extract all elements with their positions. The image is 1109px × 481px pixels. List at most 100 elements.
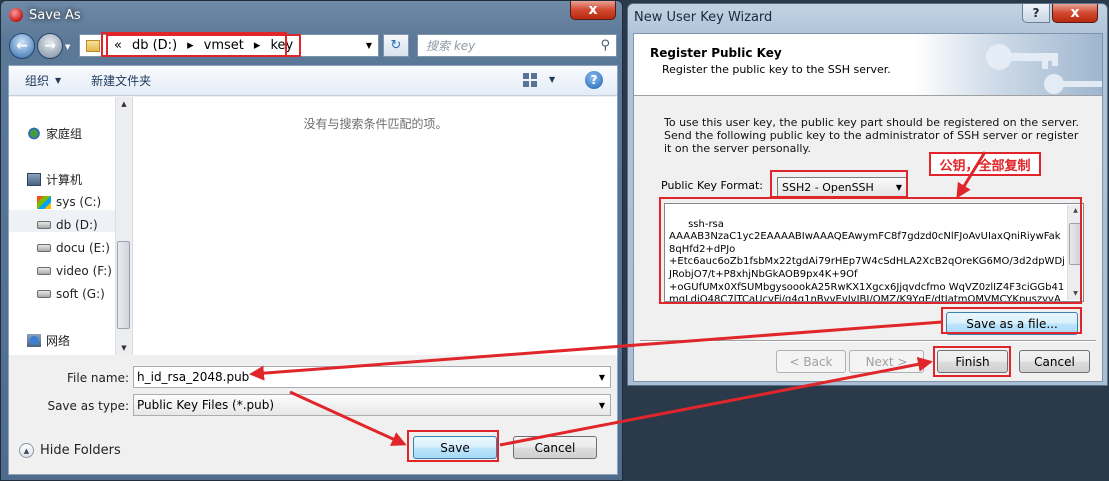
drive-icon <box>37 290 51 298</box>
navigation-pane: 家庭组 计算机 sys (C:) db (D:) docu (E:) video… <box>9 97 131 355</box>
public-key-format-label: Public Key Format: <box>661 179 763 192</box>
forward-arrow-icon[interactable]: → <box>37 33 63 59</box>
public-key-text: ssh-rsa AAAAB3NzaC1yc2EAAAABIwAAAQEAwymF… <box>669 218 1065 302</box>
view-dropdown-icon[interactable]: ▼ <box>549 75 555 84</box>
refresh-icon[interactable]: ↻ <box>383 34 409 57</box>
hide-folders-button[interactable]: ▲ Hide Folders <box>19 443 121 458</box>
address-dropdown-icon[interactable]: ▼ <box>366 41 372 50</box>
search-icon[interactable]: ⚲ <box>600 38 610 53</box>
wizard-cancel-button[interactable]: Cancel <box>1019 350 1090 373</box>
breadcrumb-item-drive[interactable]: db (D:) <box>132 38 177 53</box>
chevron-down-icon: ▼ <box>895 183 902 192</box>
nav-scrollbar[interactable]: ▲ ▼ <box>115 97 131 355</box>
computer-icon <box>27 173 41 186</box>
wizard-header: Register Public Key Register the public … <box>634 34 1102 96</box>
next-button[interactable]: Next > <box>849 350 924 373</box>
save-as-type-value: Public Key Files (*.pub) <box>137 398 275 412</box>
folder-icon <box>86 39 100 52</box>
organize-menu[interactable]: 组织 ▼ <box>25 72 61 89</box>
chevron-down-icon[interactable]: ▼ <box>599 373 605 382</box>
chevron-up-icon: ▲ <box>19 443 34 458</box>
nav-item-drive-f[interactable]: video (F:) <box>37 264 112 278</box>
file-list-pane[interactable]: 没有与搜索条件匹配的项。 <box>132 97 617 355</box>
save-button[interactable]: Save <box>413 436 497 459</box>
nav-label: docu (E:) <box>56 241 110 255</box>
search-placeholder: 搜索 key <box>426 39 476 53</box>
nav-item-drive-e[interactable]: docu (E:) <box>37 241 110 255</box>
nav-item-computer[interactable]: 计算机 <box>27 171 82 188</box>
nav-label: 家庭组 <box>46 127 83 141</box>
nav-item-drive-g[interactable]: soft (G:) <box>37 287 105 301</box>
drive-icon <box>37 244 51 252</box>
file-name-value: h_id_rsa_2048.pub <box>137 370 250 384</box>
drive-icon <box>37 267 51 275</box>
breadcrumb-overflow[interactable]: « <box>114 38 122 53</box>
file-name-field[interactable]: h_id_rsa_2048.pub ▼ <box>133 366 611 388</box>
network-icon <box>27 334 41 347</box>
help-icon[interactable]: ? <box>585 71 603 89</box>
nav-label: video (F:) <box>56 264 112 278</box>
scroll-up-icon[interactable]: ▲ <box>1068 205 1083 217</box>
wizard-separator <box>640 340 1096 342</box>
nav-item-homegroup[interactable]: 家庭组 <box>27 125 82 142</box>
key-scrollbar[interactable]: ▲ ▼ <box>1067 205 1082 300</box>
save-as-type-select[interactable]: Public Key Files (*.pub) ▼ <box>133 394 611 416</box>
nav-item-network[interactable]: 网络 <box>27 332 70 349</box>
save-as-titlebar: Save As <box>9 5 81 25</box>
wizard-title: New User Key Wizard <box>634 10 773 25</box>
annotation-callout: 公钥，全部复制 <box>929 152 1041 176</box>
nav-label: soft (G:) <box>56 287 105 301</box>
breadcrumb: « db (D:) ▸ vmset ▸ key <box>106 34 302 57</box>
scroll-down-icon[interactable]: ▼ <box>116 341 132 355</box>
save-as-title: Save As <box>29 7 81 23</box>
back-arrow-icon[interactable]: ← <box>9 33 35 59</box>
wizard-header-title: Register Public Key <box>650 46 782 60</box>
save-as-file-button[interactable]: Save as a file... <box>946 312 1078 335</box>
file-name-label: File name: <box>67 371 129 385</box>
search-input[interactable]: 搜索 key ⚲ <box>417 34 617 57</box>
drive-icon <box>37 221 51 229</box>
save-as-type-label: Save as type: <box>47 399 129 413</box>
nav-item-drive-c[interactable]: sys (C:) <box>37 195 101 209</box>
public-key-textarea[interactable]: ssh-rsa AAAAB3NzaC1yc2EAAAABIwAAAQEAwymF… <box>664 203 1084 302</box>
nav-label: 计算机 <box>46 173 83 187</box>
scroll-thumb[interactable] <box>117 241 130 329</box>
scroll-down-icon[interactable]: ▼ <box>1068 288 1083 300</box>
scroll-up-icon[interactable]: ▲ <box>116 97 132 111</box>
wizard-header-subtitle: Register the public key to the SSH serve… <box>662 63 891 76</box>
navigation-bar: ← → ▼ « db (D:) ▸ vmset ▸ key ▼ ↻ 搜索 key… <box>7 30 618 62</box>
close-button[interactable]: x <box>570 1 616 20</box>
organize-label: 组织 <box>25 74 50 88</box>
app-icon <box>9 8 23 22</box>
new-folder-button[interactable]: 新建文件夹 <box>91 72 151 89</box>
view-options-icon[interactable] <box>523 73 537 87</box>
back-button[interactable]: < Back <box>776 350 846 373</box>
new-folder-label: 新建文件夹 <box>91 74 152 88</box>
cancel-button[interactable]: Cancel <box>513 436 597 459</box>
nav-label: db (D:) <box>56 218 98 232</box>
hide-folders-label: Hide Folders <box>40 443 121 458</box>
address-bar[interactable]: « db (D:) ▸ vmset ▸ key ▼ <box>79 34 379 57</box>
homegroup-icon <box>27 127 41 140</box>
wizard-description: To use this user key, the public key par… <box>664 116 1079 155</box>
save-as-window: Save As x ← → ▼ « db (D:) ▸ vmset ▸ key … <box>0 0 623 481</box>
public-key-format-select[interactable]: SSH2 - OpenSSH ▼ <box>777 177 907 198</box>
new-user-key-wizard-window: New User Key Wizard ? x Register Public … <box>627 3 1108 386</box>
save-as-client-area: 组织 ▼ 新建文件夹 ▼ ? 家庭组 计算机 sys (C:) db (D:) … <box>8 65 618 475</box>
breadcrumb-item-vmset[interactable]: vmset <box>204 38 244 53</box>
chevron-down-icon: ▼ <box>55 76 62 85</box>
finish-button[interactable]: Finish <box>937 350 1008 373</box>
wizard-close-button[interactable]: x <box>1052 4 1098 23</box>
recent-pages-dropdown-icon[interactable]: ▼ <box>65 43 70 51</box>
empty-results-message: 没有与搜索条件匹配的项。 <box>303 117 448 131</box>
public-key-format-value: SSH2 - OpenSSH <box>782 181 874 194</box>
nav-item-drive-d[interactable]: db (D:) <box>37 218 98 232</box>
wizard-help-button[interactable]: ? <box>1022 4 1050 23</box>
breadcrumb-separator-icon: ▸ <box>187 38 194 53</box>
breadcrumb-separator-icon: ▸ <box>253 38 261 53</box>
scroll-thumb[interactable] <box>1069 223 1081 265</box>
wizard-client-area: Register Public Key Register the public … <box>633 33 1103 382</box>
nav-label: 网络 <box>46 334 71 348</box>
breadcrumb-item-key[interactable]: key <box>270 38 293 53</box>
nav-label: sys (C:) <box>56 195 102 209</box>
